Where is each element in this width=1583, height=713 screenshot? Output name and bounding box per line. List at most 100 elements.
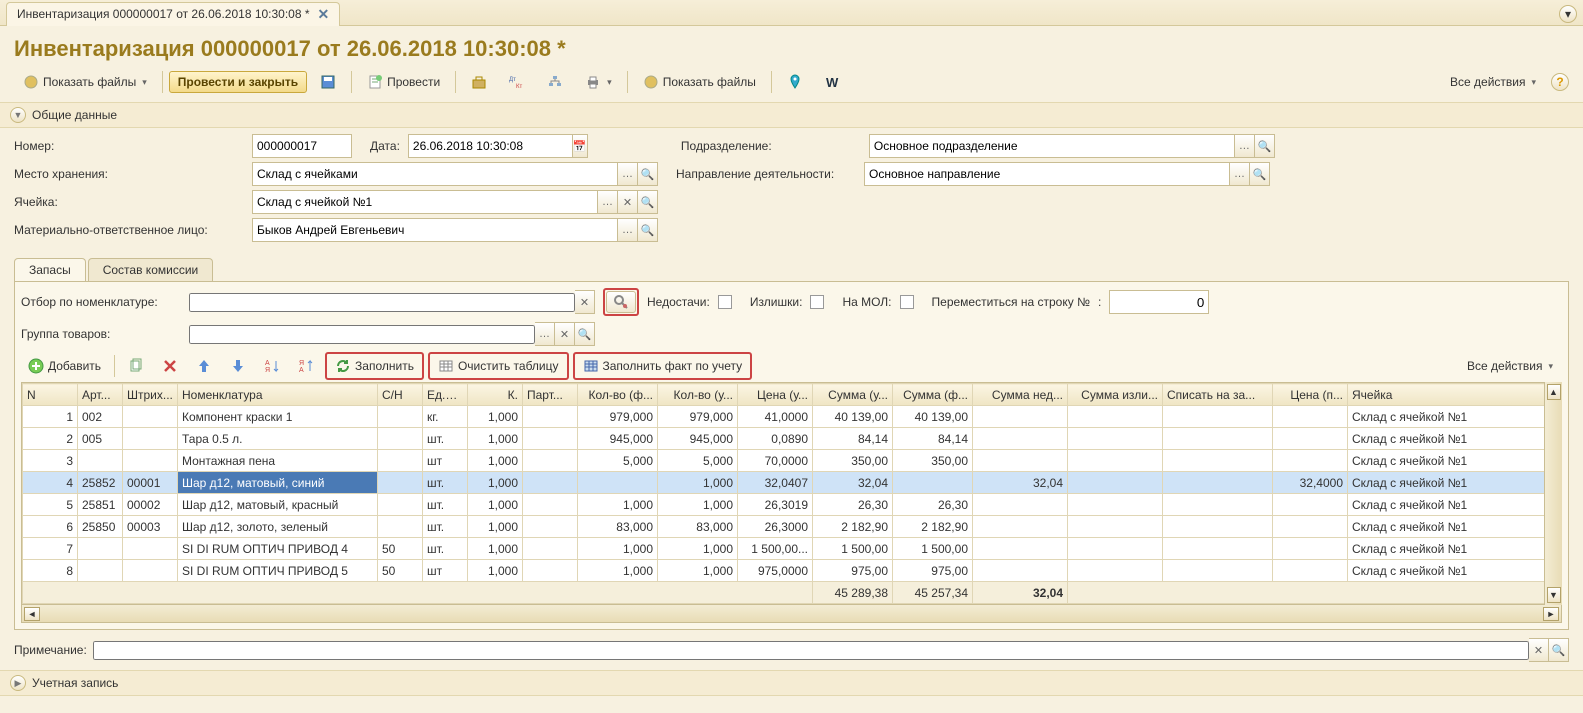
col-sumizl[interactable]: Сумма изли... [1068,384,1163,406]
table-row[interactable]: 2005Тара 0.5 л.шт.1,000945,000945,0000,0… [23,428,1561,450]
select-icon[interactable]: … [618,162,638,186]
tab-commission[interactable]: Состав комиссии [88,258,214,281]
col-cell[interactable]: Ячейка [1348,384,1561,406]
help-icon[interactable]: ? [1551,73,1569,91]
sort-asc-button[interactable]: АЯ [257,355,287,377]
select-icon[interactable]: … [535,322,555,346]
fill-button[interactable]: Заполнить [328,355,421,377]
col-price[interactable]: Цена (у... [738,384,813,406]
unit-input[interactable] [869,134,1235,158]
table-row[interactable]: 62585000003Шар д12, золото, зеленыйшт.1,… [23,516,1561,538]
find-button[interactable] [606,291,636,313]
sort-desc-button[interactable]: ЯА [291,355,321,377]
onmol-checkbox[interactable] [900,295,914,309]
select-icon[interactable]: … [618,218,638,242]
filter-nomen-input[interactable] [189,293,575,312]
all-actions-button[interactable]: Все действия [1441,71,1545,93]
common-data-section-header[interactable]: ▼ Общие данные [0,102,1583,128]
table-row[interactable]: 7SI DI RUM ОПТИЧ ПРИВОД 450шт.1,0001,000… [23,538,1561,560]
based-on-button[interactable] [462,70,496,94]
cell-input[interactable] [252,190,598,214]
table-row[interactable]: 3Монтажная пенашт1,0005,0005,00070,00003… [23,450,1561,472]
shortage-checkbox[interactable] [718,295,732,309]
wiki-button[interactable]: W [816,70,850,94]
col-unit[interactable]: Ед.И... [423,384,468,406]
note-input[interactable] [93,641,1529,660]
fill-fact-button[interactable]: Заполнить факт по учету [576,355,750,377]
surplus-checkbox[interactable] [810,295,824,309]
move-down-button[interactable] [223,355,253,377]
table-row[interactable]: 1002Компонент краски 1кг.1,000979,000979… [23,406,1561,428]
vertical-scrollbar[interactable]: ▲ ▼ [1544,382,1562,605]
add-row-button[interactable]: Добавить [21,355,108,377]
accounting-section-header[interactable]: ▶ Учетная запись [0,670,1583,696]
show-files-button[interactable]: Показать файлы [14,70,156,94]
col-qf[interactable]: Кол-во (ф... [578,384,658,406]
stock-grid[interactable]: N Арт... Штрих... Номенклатура С/Н Ед.И.… [22,383,1561,604]
horizontal-scrollbar[interactable]: ◄ ► [21,605,1562,623]
col-spis[interactable]: Списать на за... [1163,384,1273,406]
copy-row-button[interactable] [121,355,151,377]
document-tab[interactable]: Инвентаризация 000000017 от 26.06.2018 1… [6,2,340,26]
col-nom[interactable]: Номенклатура [178,384,378,406]
date-input[interactable] [408,134,573,158]
structure-button[interactable] [538,70,572,94]
post-and-close-button[interactable]: Провести и закрыть [169,71,307,93]
clear-icon[interactable]: ✕ [555,322,575,346]
open-icon[interactable]: 🔍 [575,322,595,346]
calendar-icon[interactable]: 📅 [573,134,588,158]
open-icon[interactable]: 🔍 [638,162,658,186]
move-up-button[interactable] [189,355,219,377]
col-n[interactable]: N [23,384,78,406]
number-input[interactable] [252,134,352,158]
show-files2-button[interactable]: Показать файлы [634,70,765,94]
col-qu[interactable]: Кол-во (у... [658,384,738,406]
select-icon[interactable]: … [598,190,618,214]
col-sumned[interactable]: Сумма нед... [973,384,1068,406]
clear-icon[interactable]: ✕ [575,290,595,314]
attachment-icon [643,74,659,90]
delete-row-button[interactable] [155,355,185,377]
post-button[interactable]: Провести [358,70,449,94]
grid-all-actions-button[interactable]: Все действия [1458,355,1562,377]
col-sn[interactable]: С/Н [378,384,423,406]
scroll-up-icon[interactable]: ▲ [1547,384,1561,400]
scroll-left-icon[interactable]: ◄ [24,607,40,621]
open-icon[interactable]: 🔍 [1549,638,1569,662]
direction-input[interactable] [864,162,1230,186]
col-bar[interactable]: Штрих... [123,384,178,406]
select-icon[interactable]: … [1235,134,1255,158]
storage-input[interactable] [252,162,618,186]
col-k[interactable]: К. [468,384,523,406]
table-row[interactable]: 42585200001Шар д12, матовый, синийшт.1,0… [23,472,1561,494]
open-icon[interactable]: 🔍 [638,218,658,242]
main-toolbar: Показать файлы Провести и закрыть Провес… [0,68,1583,102]
open-icon[interactable]: 🔍 [638,190,658,214]
scroll-down-icon[interactable]: ▼ [1547,587,1561,603]
table-row[interactable]: 8SI DI RUM ОПТИЧ ПРИВОД 550шт1,0001,0001… [23,560,1561,582]
col-pricep[interactable]: Цена (п... [1273,384,1348,406]
col-sumf[interactable]: Сумма (ф... [893,384,973,406]
tab-stock[interactable]: Запасы [14,258,86,281]
panel-menu-icon[interactable]: ▾ [1559,5,1577,23]
table-row[interactable]: 52585100002Шар д12, матовый, красныйшт.1… [23,494,1561,516]
clear-icon[interactable]: ✕ [618,190,638,214]
close-icon[interactable]: ✕ [318,6,330,23]
group-input[interactable] [189,325,535,344]
select-icon[interactable]: … [1230,162,1250,186]
save-button[interactable] [311,70,345,94]
dtkt-button[interactable]: ДтКт [500,70,534,94]
scroll-right-icon[interactable]: ► [1543,607,1559,621]
clear-icon[interactable]: ✕ [1529,638,1549,662]
col-batch[interactable]: Парт... [523,384,578,406]
map-pin-button[interactable] [778,70,812,94]
col-art[interactable]: Арт... [78,384,123,406]
svg-text:А: А [299,367,304,374]
open-icon[interactable]: 🔍 [1250,162,1270,186]
mol-input[interactable] [252,218,618,242]
open-icon[interactable]: 🔍 [1255,134,1275,158]
clear-table-button[interactable]: Очистить таблицу [431,355,566,377]
col-sumu[interactable]: Сумма (у... [813,384,893,406]
print-button[interactable] [576,70,621,94]
goto-row-input[interactable] [1109,290,1209,314]
